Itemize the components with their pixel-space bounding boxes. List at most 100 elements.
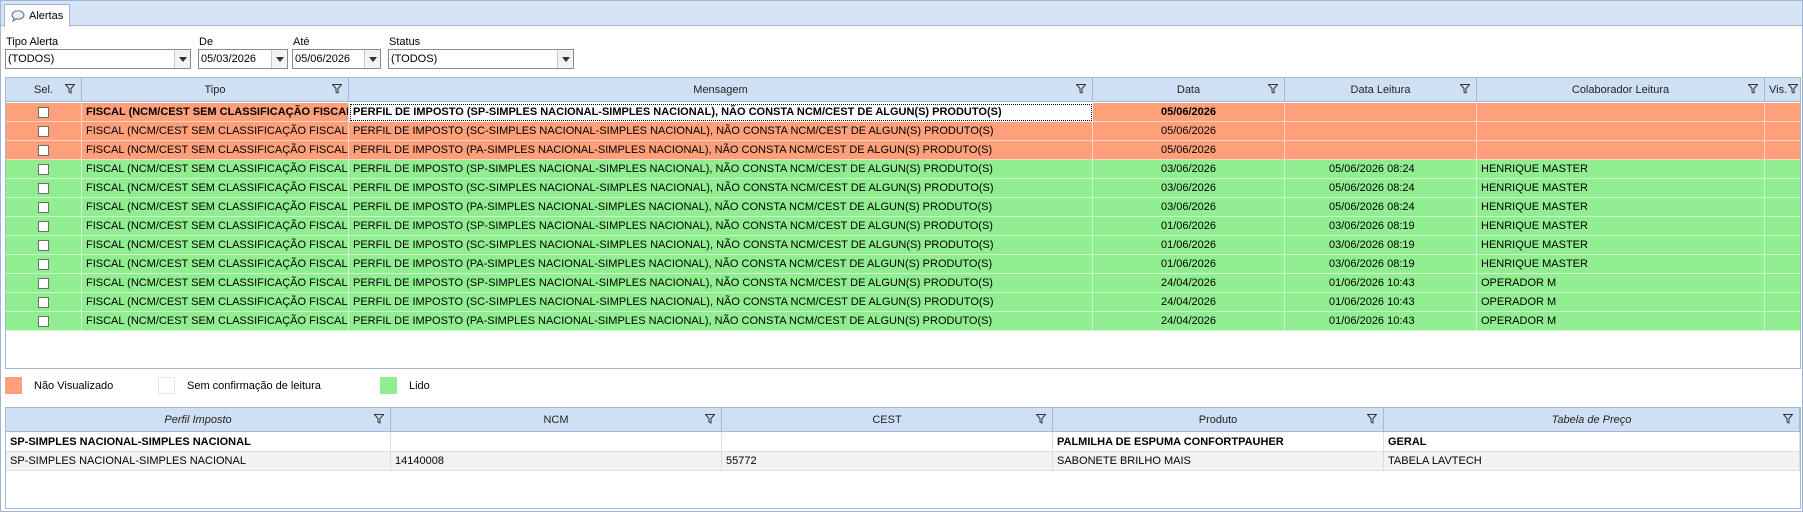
- vis-cell: [1765, 122, 1800, 141]
- select-checkbox[interactable]: [38, 125, 49, 137]
- select-checkbox[interactable]: [38, 220, 49, 232]
- filter-icon[interactable]: [373, 414, 385, 427]
- cest-cell: [722, 433, 1053, 452]
- data-leitura-cell: 01/06/2026 10:43: [1285, 274, 1477, 293]
- chevron-down-icon[interactable]: [557, 50, 573, 68]
- status-value: (TODOS): [391, 53, 438, 65]
- filter-icon[interactable]: [704, 414, 716, 427]
- column-header-mensagem[interactable]: Mensagem: [349, 78, 1093, 102]
- alert-row[interactable]: FISCAL (NCM/CEST SEM CLASSIFICAÇÃO FISCA…: [6, 103, 1800, 122]
- tipo-cell: FISCAL (NCM/CEST SEM CLASSIFICAÇÃO FISCA…: [82, 160, 349, 179]
- filter-icon[interactable]: [1035, 414, 1047, 427]
- column-header-tipo[interactable]: Tipo: [82, 78, 349, 102]
- tab-label: Alertas: [29, 10, 64, 22]
- tipo-alerta-select[interactable]: (TODOS): [5, 49, 191, 69]
- data-cell: 01/06/2026: [1093, 255, 1285, 274]
- tipo-alerta-value: (TODOS): [8, 53, 55, 65]
- column-header-sel[interactable]: Sel.: [6, 78, 82, 102]
- tab-alertas[interactable]: Alertas: [4, 4, 71, 27]
- tab-strip: Alertas: [0, 0, 1803, 27]
- alert-row[interactable]: FISCAL (NCM/CEST SEM CLASSIFICAÇÃO FISCA…: [6, 141, 1800, 160]
- sel-checkbox-cell: [6, 312, 82, 331]
- select-checkbox[interactable]: [38, 239, 49, 251]
- sel-checkbox-cell: [6, 236, 82, 255]
- vis-cell: [1765, 236, 1800, 255]
- mensagem-cell: PERFIL DE IMPOSTO (SC-SIMPLES NACIONAL-S…: [349, 179, 1093, 198]
- filter-icon[interactable]: [1075, 84, 1087, 97]
- produto-cell: PALMILHA DE ESPUMA CONFORTPAUHER: [1053, 433, 1384, 452]
- colaborador-cell: [1477, 122, 1765, 141]
- ncm-cell: [391, 433, 722, 452]
- column-header-data-leitura[interactable]: Data Leitura: [1285, 78, 1477, 102]
- de-date-picker[interactable]: 05/03/2026: [198, 49, 288, 69]
- colaborador-cell: HENRIQUE MASTER: [1477, 160, 1765, 179]
- chevron-down-icon[interactable]: [364, 50, 380, 68]
- alert-row[interactable]: FISCAL (NCM/CEST SEM CLASSIFICAÇÃO FISCA…: [6, 274, 1800, 293]
- mensagem-cell: PERFIL DE IMPOSTO (SP-SIMPLES NACIONAL-S…: [349, 103, 1093, 122]
- filter-icon[interactable]: [1267, 84, 1279, 97]
- mensagem-cell: PERFIL DE IMPOSTO (PA-SIMPLES NACIONAL-S…: [349, 141, 1093, 160]
- alert-row[interactable]: FISCAL (NCM/CEST SEM CLASSIFICAÇÃO FISCA…: [6, 255, 1800, 274]
- select-checkbox[interactable]: [38, 182, 49, 194]
- column-header-data[interactable]: Data: [1093, 78, 1285, 102]
- select-checkbox[interactable]: [38, 277, 49, 289]
- vis-cell: [1765, 198, 1800, 217]
- data-leitura-cell: [1285, 103, 1477, 122]
- colaborador-cell: HENRIQUE MASTER: [1477, 255, 1765, 274]
- column-header-perfil-imposto[interactable]: Perfil Imposto: [6, 408, 391, 432]
- filter-icon[interactable]: [1747, 84, 1759, 97]
- alert-row[interactable]: FISCAL (NCM/CEST SEM CLASSIFICAÇÃO FISCA…: [6, 217, 1800, 236]
- select-checkbox[interactable]: [38, 106, 49, 118]
- vis-cell: [1765, 160, 1800, 179]
- filter-icon[interactable]: [1366, 414, 1378, 427]
- color-swatch: [380, 377, 397, 394]
- data-leitura-cell: [1285, 122, 1477, 141]
- data-cell: 03/06/2026: [1093, 198, 1285, 217]
- data-leitura-cell: 01/06/2026 10:43: [1285, 312, 1477, 331]
- filter-icon[interactable]: [331, 84, 343, 97]
- mensagem-cell: PERFIL DE IMPOSTO (PA-SIMPLES NACIONAL-S…: [349, 198, 1093, 217]
- filter-icon[interactable]: [1787, 84, 1799, 97]
- column-header-ncm[interactable]: NCM: [391, 408, 722, 432]
- chevron-down-icon[interactable]: [174, 50, 190, 68]
- column-header-vis[interactable]: Vis.: [1765, 78, 1800, 102]
- data-cell: 03/06/2026: [1093, 179, 1285, 198]
- column-header-produto[interactable]: Produto: [1053, 408, 1384, 432]
- select-checkbox[interactable]: [38, 144, 49, 156]
- alert-row[interactable]: FISCAL (NCM/CEST SEM CLASSIFICAÇÃO FISCA…: [6, 160, 1800, 179]
- alert-row[interactable]: FISCAL (NCM/CEST SEM CLASSIFICAÇÃO FISCA…: [6, 179, 1800, 198]
- details-grid[interactable]: Perfil Imposto NCM CEST Produto Tabela d…: [5, 407, 1801, 509]
- tabela-de-preco-cell: TABELA LAVTECH: [1384, 452, 1800, 471]
- chevron-down-icon[interactable]: [271, 50, 287, 68]
- data-cell: 24/04/2026: [1093, 274, 1285, 293]
- column-header-cest[interactable]: CEST: [722, 408, 1053, 432]
- select-checkbox[interactable]: [38, 258, 49, 270]
- data-cell: 03/06/2026: [1093, 160, 1285, 179]
- select-checkbox[interactable]: [38, 315, 49, 327]
- filter-icon[interactable]: [1782, 414, 1794, 427]
- column-header-tabela-de-preco[interactable]: Tabela de Preço: [1384, 408, 1800, 432]
- vis-cell: [1765, 312, 1800, 331]
- alert-row[interactable]: FISCAL (NCM/CEST SEM CLASSIFICAÇÃO FISCA…: [6, 122, 1800, 141]
- status-label: Status: [389, 36, 421, 48]
- filter-icon[interactable]: [64, 84, 76, 97]
- data-leitura-cell: 03/06/2026 08:19: [1285, 217, 1477, 236]
- alert-row[interactable]: FISCAL (NCM/CEST SEM CLASSIFICAÇÃO FISCA…: [6, 312, 1800, 331]
- select-checkbox[interactable]: [38, 163, 49, 175]
- alert-row[interactable]: FISCAL (NCM/CEST SEM CLASSIFICAÇÃO FISCA…: [6, 236, 1800, 255]
- alerts-grid[interactable]: Sel. Tipo Mensagem Data Data Leitura Col…: [5, 77, 1801, 369]
- status-select[interactable]: (TODOS): [388, 49, 574, 69]
- mensagem-cell: PERFIL DE IMPOSTO (PA-SIMPLES NACIONAL-S…: [349, 255, 1093, 274]
- select-checkbox[interactable]: [38, 296, 49, 308]
- column-header-colaborador-leitura[interactable]: Colaborador Leitura: [1477, 78, 1765, 102]
- select-checkbox[interactable]: [38, 201, 49, 213]
- alert-row[interactable]: FISCAL (NCM/CEST SEM CLASSIFICAÇÃO FISCA…: [6, 293, 1800, 312]
- mensagem-cell: PERFIL DE IMPOSTO (SC-SIMPLES NACIONAL-S…: [349, 122, 1093, 141]
- filter-icon[interactable]: [1459, 84, 1471, 97]
- detail-row[interactable]: SP-SIMPLES NACIONAL-SIMPLES NACIONAL 1414…: [6, 452, 1800, 471]
- ate-date-picker[interactable]: 05/06/2026: [292, 49, 381, 69]
- alert-row[interactable]: FISCAL (NCM/CEST SEM CLASSIFICAÇÃO FISCA…: [6, 198, 1800, 217]
- detail-row[interactable]: SP-SIMPLES NACIONAL-SIMPLES NACIONAL PALM…: [6, 433, 1800, 452]
- tipo-cell: FISCAL (NCM/CEST SEM CLASSIFICAÇÃO FISCA…: [82, 217, 349, 236]
- tipo-cell: FISCAL (NCM/CEST SEM CLASSIFICAÇÃO FISCA…: [82, 255, 349, 274]
